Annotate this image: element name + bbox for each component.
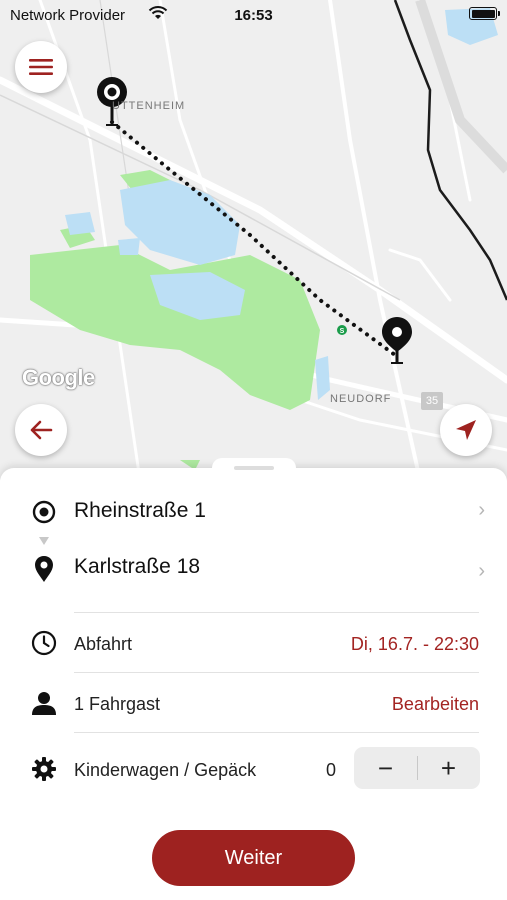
navigation-arrow-icon	[456, 420, 476, 440]
divider	[74, 672, 479, 673]
map-view[interactable]: S UTTENHEIM NEUDORF 35 Google	[0, 0, 507, 480]
svg-text:S: S	[340, 328, 345, 335]
status-bar: Network Provider 16:53	[0, 0, 507, 32]
departure-time[interactable]: Di, 16.7. - 22:30	[351, 634, 479, 655]
edit-passengers-link[interactable]: Bearbeiten	[392, 694, 479, 715]
google-logo: Google	[22, 365, 95, 390]
route-connector-icon	[39, 537, 49, 545]
road-number-badge: 35	[421, 392, 443, 410]
menu-button[interactable]	[15, 41, 67, 93]
back-button[interactable]	[15, 404, 67, 456]
divider	[74, 612, 479, 613]
departure-label: Abfahrt	[74, 634, 133, 654]
clock-icon	[30, 629, 58, 657]
destination-row[interactable]: Karlstraße 18 ›	[0, 550, 507, 590]
passenger-count-label: 1 Fahrgast	[74, 694, 161, 714]
chevron-right-icon: ›	[478, 499, 485, 521]
destination-pin-small-icon	[30, 555, 58, 583]
chevron-right-icon: ›	[478, 560, 485, 582]
continue-button[interactable]: Weiter	[152, 830, 355, 886]
origin-address: Rheinstraße 1	[74, 499, 206, 522]
increment-button[interactable]: +	[417, 747, 480, 789]
luggage-row: Kinderwagen / Gepäck 0 − +	[0, 747, 507, 791]
gear-icon	[30, 755, 58, 783]
status-time: 16:53	[234, 7, 273, 24]
luggage-count: 0	[326, 760, 337, 780]
map-label-town-top: UTTENHEIM	[112, 100, 186, 112]
destination-address: Karlstraße 18	[74, 555, 201, 578]
battery-icon	[469, 7, 500, 20]
origin-target-icon	[30, 498, 58, 526]
origin-row[interactable]: Rheinstraße 1 ›	[0, 494, 507, 530]
arrow-left-icon	[30, 420, 53, 440]
luggage-label: Kinderwagen / Gepäck	[74, 760, 257, 780]
departure-row[interactable]: Abfahrt Di, 16.7. - 22:30	[0, 626, 507, 662]
hamburger-menu-icon	[29, 59, 53, 75]
destination-pin-icon	[382, 317, 412, 364]
map-label-town-bottom: NEUDORF	[330, 393, 392, 405]
decrement-button[interactable]: −	[354, 747, 417, 789]
divider	[74, 732, 479, 733]
person-icon	[30, 689, 58, 717]
locate-me-button[interactable]	[440, 404, 492, 456]
passengers-row[interactable]: 1 Fahrgast Bearbeiten	[0, 686, 507, 722]
luggage-stepper: − +	[354, 747, 480, 789]
sheet-drag-handle[interactable]	[212, 458, 296, 474]
